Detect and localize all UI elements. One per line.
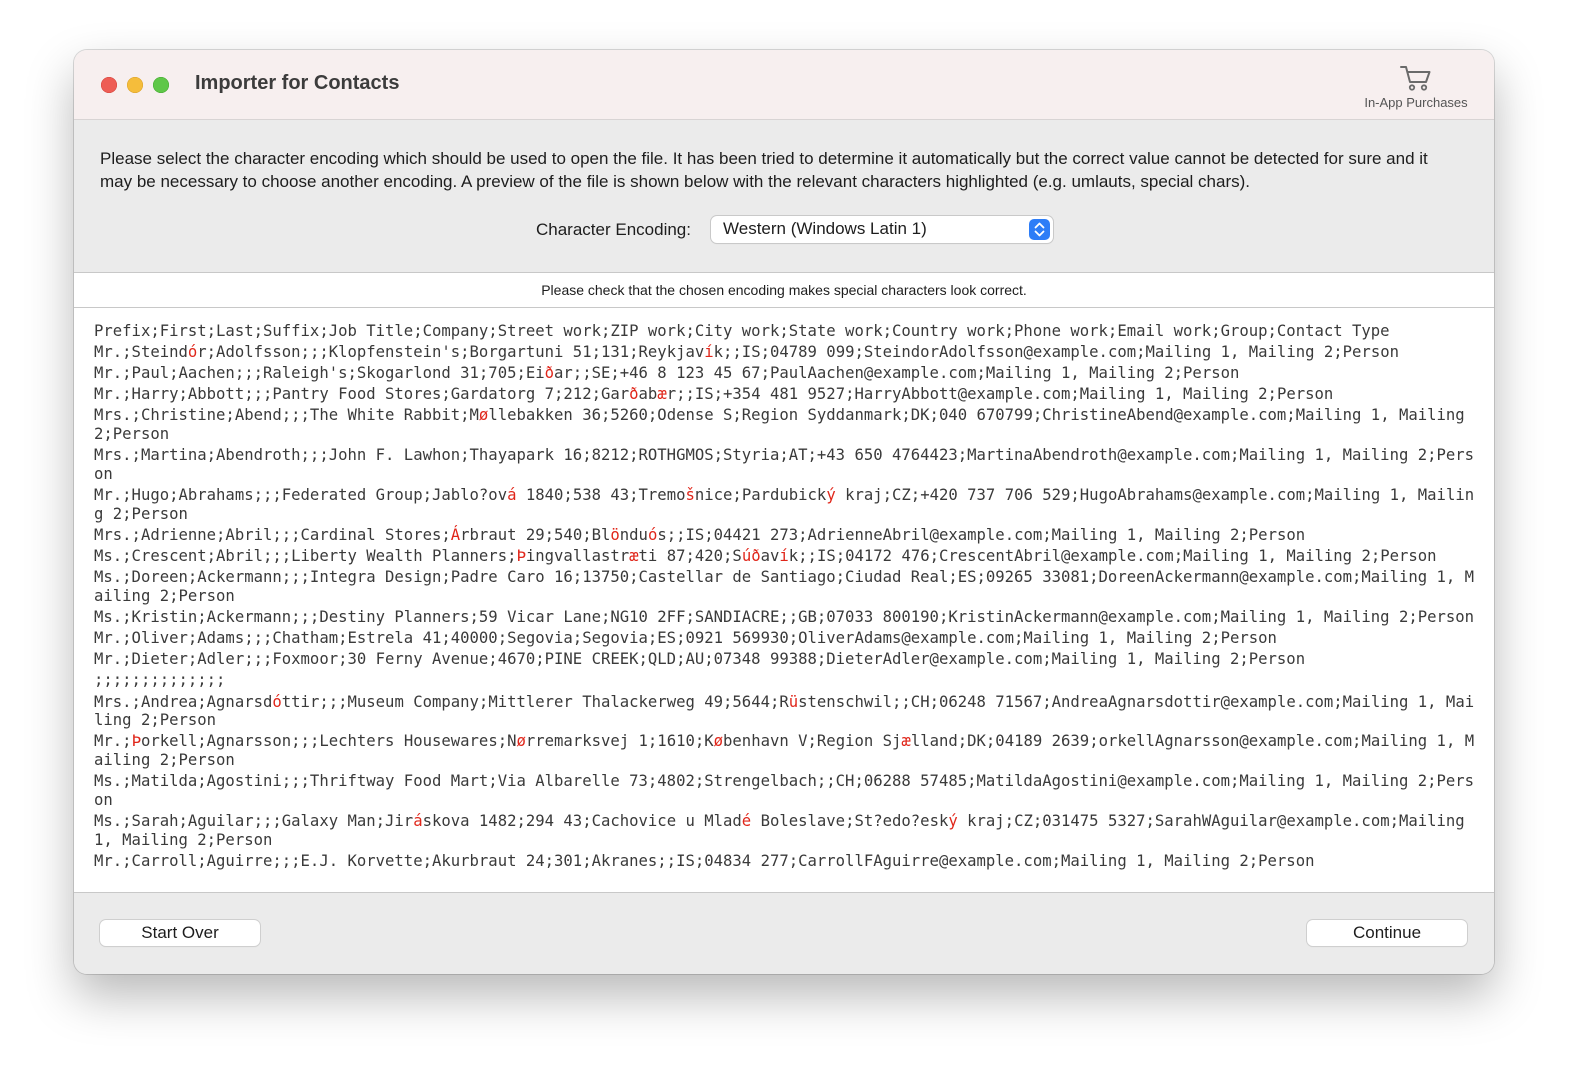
- highlighted-char: Þ: [131, 732, 141, 751]
- encoding-notice: Please check that the chosen encoding ma…: [74, 272, 1494, 308]
- encoding-select[interactable]: Western (Windows Latin 1): [711, 216, 1053, 243]
- preview-line: Mr.;Þorkell;Agnarsson;;;Lechters Housewa…: [94, 732, 1475, 770]
- preview-line: Mr.;Paul;Aachen;;;Raleigh's;Skogarlond 3…: [94, 364, 1240, 383]
- preview-line: Mrs.;Christine;Abend;;;The White Rabbit;…: [94, 406, 1475, 444]
- highlighted-char: ö: [610, 526, 620, 545]
- highlighted-char: ó: [647, 526, 658, 545]
- highlighted-char: æ: [657, 385, 667, 404]
- title-bar: Importer for Contacts In-App Purchases: [74, 50, 1494, 120]
- preview-line: Mrs.;Andrea;Agnarsdóttir;;;Museum Compan…: [94, 692, 1475, 730]
- preview-line: Ms.;Sarah;Aguilar;;;Galaxy Man;Jiráskova…: [94, 812, 1475, 849]
- highlighted-char: ð: [751, 547, 761, 566]
- highlighted-char: ü: [788, 692, 799, 711]
- highlighted-char: ð: [629, 385, 639, 404]
- up-down-chevron-icon: [1029, 219, 1050, 240]
- highlighted-char: ø: [478, 406, 489, 425]
- encoding-label: Character Encoding:: [536, 220, 691, 239]
- highlighted-char: æ: [629, 547, 639, 566]
- encoding-header: Please select the character encoding whi…: [74, 120, 1494, 272]
- highlighted-char: ý: [826, 486, 836, 505]
- highlighted-char: š: [685, 486, 695, 505]
- preview-line: Mr.;Dieter;Adler;;;Foxmoor;30 Ferny Aven…: [94, 650, 1306, 669]
- highlighted-char: Þ: [516, 547, 526, 566]
- preview-line: Mr.;Carroll;Aguirre;;;E.J. Korvette;Akur…: [94, 852, 1315, 871]
- highlighted-char: ó: [272, 692, 282, 711]
- highlighted-char: á: [413, 812, 423, 831]
- highlighted-char: æ: [901, 732, 911, 751]
- preview-line: Prefix;First;Last;Suffix;Job Title;Compa…: [94, 322, 1390, 340]
- highlighted-char: ó: [187, 343, 198, 362]
- in-app-purchases-label: In-App Purchases: [1364, 95, 1468, 110]
- preview-line: Mrs.;Martina;Abendroth;;;John F. Lawhon;…: [94, 446, 1475, 484]
- window-title: Importer for Contacts: [195, 72, 400, 94]
- highlighted-char: ú: [741, 547, 752, 566]
- zoom-window-button[interactable]: [153, 77, 169, 93]
- highlighted-char: í: [779, 547, 789, 566]
- file-preview[interactable]: Prefix;First;Last;Suffix;Job Title;Compa…: [74, 308, 1494, 893]
- preview-line: Ms.;Kristin;Ackermann;;;Destiny Planners…: [94, 608, 1475, 627]
- importer-window: Importer for Contacts In-App Purchases P…: [74, 50, 1494, 974]
- preview-line: Ms.;Matilda;Agostini;;;Thriftway Food Ma…: [94, 772, 1475, 810]
- highlighted-char: é: [741, 812, 752, 831]
- encoding-selected-value: Western (Windows Latin 1): [723, 219, 927, 238]
- start-over-button[interactable]: Start Over: [100, 920, 260, 946]
- preview-line: Mr.;Hugo;Abrahams;;;Federated Group;Jabl…: [94, 486, 1475, 523]
- preview-line: Mrs.;Adrienne;Abril;;;Cardinal Stores;Ár…: [94, 526, 1306, 545]
- preview-line: Mr.;Harry;Abbott;;;Pantry Food Stores;Ga…: [94, 385, 1334, 404]
- continue-button[interactable]: Continue: [1307, 920, 1467, 946]
- minimize-window-button[interactable]: [127, 77, 143, 93]
- highlighted-char: Á: [450, 526, 461, 545]
- file-preview-text: Prefix;First;Last;Suffix;Job Title;Compa…: [94, 322, 1479, 873]
- highlighted-char: ý: [948, 812, 958, 831]
- in-app-purchases-button[interactable]: In-App Purchases: [1358, 64, 1474, 114]
- preview-line: Mr.;Oliver;Adams;;;Chatham;Estrela 41;40…: [94, 629, 1277, 648]
- highlighted-char: ø: [516, 732, 526, 751]
- close-window-button[interactable]: [101, 77, 117, 93]
- preview-line: Ms.;Doreen;Ackermann;;;Integra Design;Pa…: [94, 568, 1475, 606]
- footer-bar: Start Over Continue: [74, 893, 1494, 974]
- highlighted-char: í: [704, 343, 714, 362]
- preview-line: Mr.;Steindór;Adolfsson;;;Klopfenstein's;…: [94, 343, 1399, 362]
- highlighted-char: ø: [713, 732, 724, 751]
- highlighted-char: ð: [544, 364, 555, 383]
- instructions-text: Please select the character encoding whi…: [100, 149, 1428, 191]
- highlighted-char: á: [507, 486, 517, 505]
- preview-line: Ms.;Crescent;Abril;;;Liberty Wealth Plan…: [94, 547, 1437, 566]
- preview-line: ;;;;;;;;;;;;;;: [94, 671, 226, 690]
- cart-icon: [1400, 66, 1431, 91]
